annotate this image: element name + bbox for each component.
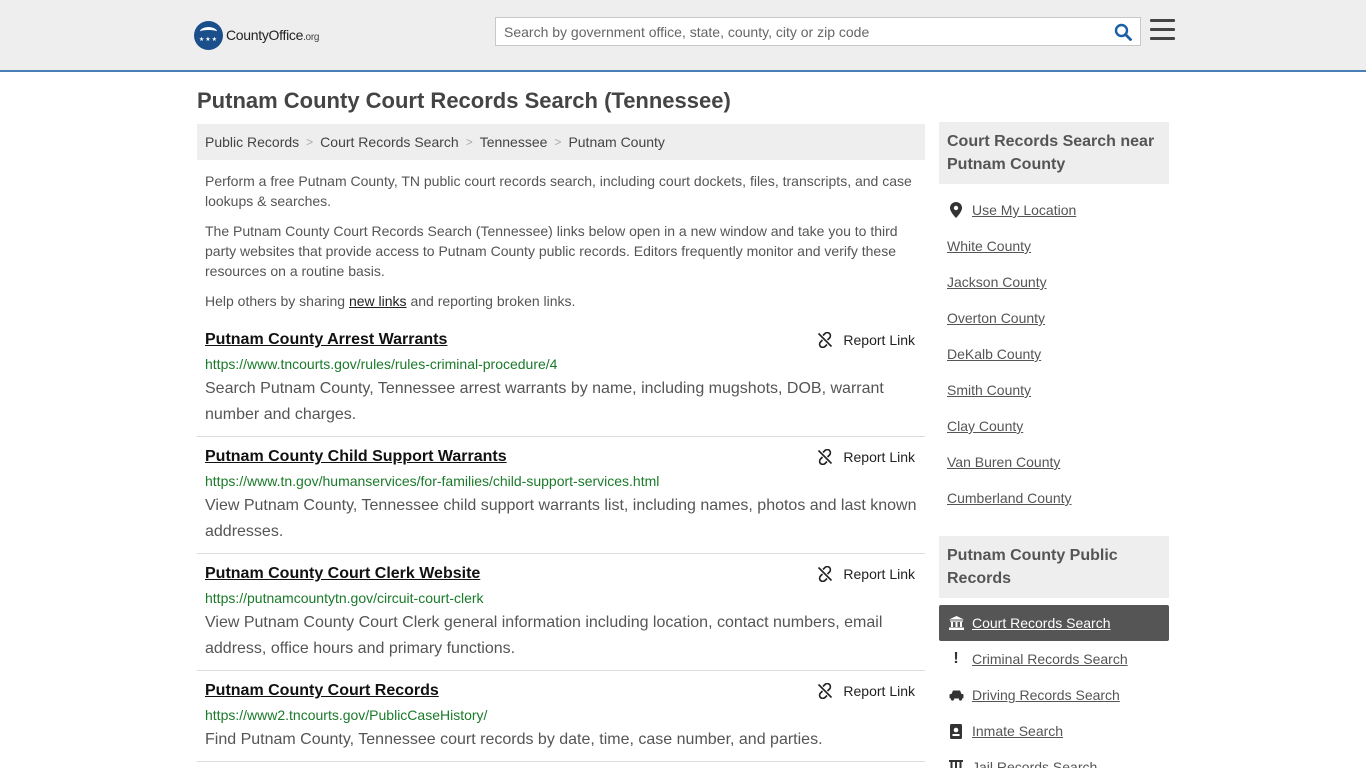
breadcrumb-putnam-county: Putnam County: [568, 134, 665, 150]
record-item: Putnam County Arrest Warrants Report Lin…: [197, 331, 925, 437]
breadcrumb: Public Records > Court Records Search > …: [197, 124, 925, 160]
record-url[interactable]: https://www.tncourts.gov/rules/rules-cri…: [205, 356, 557, 372]
broken-link-icon: [818, 683, 833, 699]
chevron-right-icon: >: [465, 135, 473, 149]
record-title-link[interactable]: Putnam County Court Clerk Website: [205, 565, 480, 583]
nearby-heading: Court Records Search near Putnam County: [939, 122, 1169, 184]
intro-paragraph-2: The Putnam County Court Records Search (…: [205, 223, 898, 279]
chevron-right-icon: >: [554, 135, 562, 149]
search-icon[interactable]: [1114, 23, 1132, 41]
nearby-county-overton[interactable]: Overton County: [947, 310, 1045, 326]
record-item: Putnam County Court Records Report Link …: [197, 682, 925, 762]
id-badge-icon: [948, 723, 964, 739]
car-icon: [948, 687, 964, 703]
sidebar-item-criminal-records-search[interactable]: ! Criminal Records Search: [939, 641, 1169, 677]
exclamation-icon: !: [953, 650, 959, 667]
report-link-button[interactable]: Report Link: [817, 566, 915, 582]
broken-link-icon: [818, 449, 833, 465]
report-link-button[interactable]: Report Link: [817, 449, 915, 465]
nearby-county-white[interactable]: White County: [947, 238, 1031, 254]
record-title-link[interactable]: Putnam County Child Support Warrants: [205, 448, 507, 466]
search-input[interactable]: [496, 18, 1106, 45]
sidebar-item-jail-records-search[interactable]: Jail Records Search: [939, 749, 1169, 768]
nearby-county-clay[interactable]: Clay County: [947, 418, 1023, 434]
record-item: Putnam County Court Clerk Website Report…: [197, 565, 925, 671]
record-description: Find Putnam County, Tennessee court reco…: [205, 731, 823, 748]
jail-icon: [948, 759, 964, 768]
eagle-logo-icon: ★★★: [194, 20, 223, 50]
page-title: Putnam County Court Records Search (Tenn…: [197, 88, 731, 113]
record-title-link[interactable]: Putnam County Arrest Warrants: [205, 331, 447, 349]
record-description: Search Putnam County, Tennessee arrest w…: [205, 380, 884, 423]
site-header: ★★★ CountyOffice.org: [0, 0, 1366, 72]
record-title-link[interactable]: Putnam County Court Records: [205, 682, 439, 700]
search-bar: [495, 17, 1141, 46]
use-my-location-link[interactable]: Use My Location: [939, 192, 1169, 228]
breadcrumb-court-records-search[interactable]: Court Records Search: [320, 134, 459, 150]
broken-link-icon: [818, 332, 833, 348]
chevron-right-icon: >: [306, 135, 314, 149]
nearby-county-dekalb[interactable]: DeKalb County: [947, 346, 1041, 362]
record-url[interactable]: https://www.tn.gov/humanservices/for-fam…: [205, 473, 659, 489]
record-description: View Putnam County, Tennessee child supp…: [205, 497, 917, 540]
record-description: View Putnam County Court Clerk general i…: [205, 614, 883, 657]
intro-paragraph-3: Help others by sharing new links and rep…: [205, 293, 576, 309]
breadcrumb-tennessee[interactable]: Tennessee: [480, 134, 548, 150]
nearby-county-van-buren[interactable]: Van Buren County: [947, 454, 1060, 470]
sidebar-item-inmate-search[interactable]: Inmate Search: [939, 713, 1169, 749]
hamburger-menu-icon[interactable]: [1150, 19, 1175, 41]
nearby-county-jackson[interactable]: Jackson County: [947, 274, 1047, 290]
courthouse-icon: [948, 615, 964, 631]
site-logo[interactable]: ★★★ CountyOffice.org: [194, 20, 319, 50]
sidebar-item-driving-records-search[interactable]: Driving Records Search: [939, 677, 1169, 713]
broken-link-icon: [818, 566, 833, 582]
nearby-county-cumberland[interactable]: Cumberland County: [947, 490, 1072, 506]
public-records-heading: Putnam County Public Records: [939, 536, 1169, 598]
intro-paragraph-1: Perform a free Putnam County, TN public …: [205, 173, 912, 209]
map-marker-icon: [948, 202, 964, 218]
breadcrumb-public-records[interactable]: Public Records: [205, 134, 299, 150]
report-link-button[interactable]: Report Link: [817, 683, 915, 699]
logo-text: CountyOffice.org: [226, 27, 320, 43]
report-link-button[interactable]: Report Link: [817, 332, 915, 348]
nearby-county-smith[interactable]: Smith County: [947, 382, 1031, 398]
new-links-link[interactable]: new links: [349, 293, 407, 309]
record-item: Putnam County Child Support Warrants Rep…: [197, 448, 925, 554]
record-url[interactable]: https://putnamcountytn.gov/circuit-court…: [205, 590, 484, 606]
sidebar-item-court-records-search[interactable]: Court Records Search: [939, 605, 1169, 641]
record-url[interactable]: https://www2.tncourts.gov/PublicCaseHist…: [205, 707, 487, 723]
